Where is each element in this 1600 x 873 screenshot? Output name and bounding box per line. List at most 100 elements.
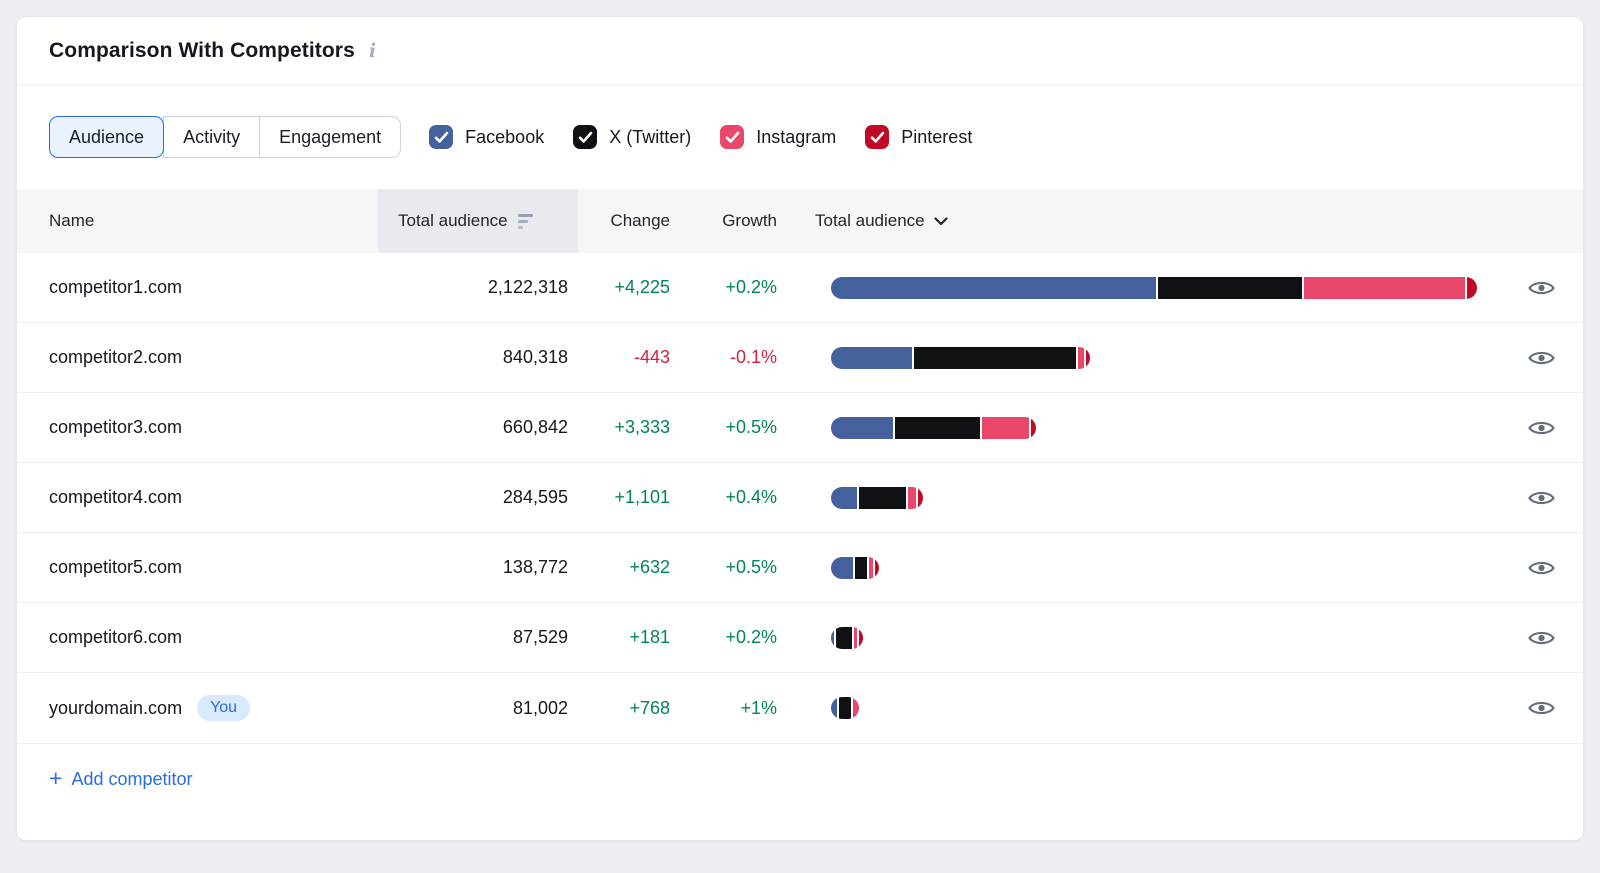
table-row: competitor2.com 840,318 -443 -0.1%: [17, 323, 1583, 393]
change-value: +3,333: [578, 393, 670, 462]
bar-segment-facebook: [831, 347, 912, 369]
growth-value: +1%: [670, 673, 777, 743]
visibility-toggle-button[interactable]: [1523, 554, 1560, 582]
table-footer: + Add competitor: [17, 743, 1583, 840]
network-filters: Facebook X (Twitter) Instagram Pinterest: [429, 125, 972, 149]
growth-value: +0.4%: [670, 463, 777, 532]
bar-segment-x-twitter-: [1158, 277, 1302, 299]
visibility-toggle-button[interactable]: [1523, 624, 1560, 652]
bar-segment-pinterest: [875, 557, 879, 579]
competitor-name: competitor2.com: [49, 347, 182, 368]
competitor-name: competitor4.com: [49, 487, 182, 508]
chevron-down-icon: [934, 217, 948, 226]
visibility-toggle-button[interactable]: [1523, 694, 1560, 722]
eye-icon: [1527, 488, 1556, 508]
comparison-panel: Comparison With Competitors i Audience A…: [16, 16, 1584, 841]
audience-stacked-bar: [831, 697, 859, 719]
bar-segment-instagram: [869, 557, 873, 579]
checkbox-checked-icon[interactable]: [573, 125, 597, 149]
total-audience-value: 660,842: [378, 393, 578, 462]
visibility-toggle-button[interactable]: [1523, 414, 1560, 442]
table-row: competitor6.com 87,529 +181 +0.2%: [17, 603, 1583, 673]
column-header-visibility: [1499, 189, 1583, 253]
bar-segment-pinterest: [1086, 347, 1090, 369]
column-header-total-audience[interactable]: Total audience: [378, 189, 578, 253]
table-body: competitor1.com 2,122,318 +4,225 +0.2% c…: [17, 253, 1583, 743]
bar-segment-x-twitter-: [895, 417, 980, 439]
eye-icon: [1527, 558, 1556, 578]
bar-segment-instagram: [1078, 347, 1084, 369]
total-audience-value: 2,122,318: [378, 253, 578, 322]
network-filter-instagram[interactable]: Instagram: [720, 125, 836, 149]
bar-segment-x-twitter-: [839, 697, 851, 719]
bar-segment-facebook: [831, 697, 837, 719]
bar-segment-facebook: [831, 627, 834, 649]
bar-segment-instagram: [908, 487, 916, 509]
total-audience-value: 81,002: [378, 673, 578, 743]
bar-segment-x-twitter-: [914, 347, 1076, 369]
tab-label: Audience: [69, 127, 144, 148]
tab-activity[interactable]: Activity: [163, 116, 260, 158]
table-row: yourdomain.com You 81,002 +768 +1%: [17, 673, 1583, 743]
checkbox-checked-icon[interactable]: [865, 125, 889, 149]
tab-label: Engagement: [279, 127, 381, 148]
change-value: +1,101: [578, 463, 670, 532]
eye-icon: [1527, 348, 1556, 368]
table-row: competitor1.com 2,122,318 +4,225 +0.2%: [17, 253, 1583, 323]
network-filter-pinterest[interactable]: Pinterest: [865, 125, 972, 149]
you-badge: You: [197, 695, 250, 721]
eye-icon: [1527, 698, 1556, 718]
panel-header: Comparison With Competitors i: [17, 17, 1583, 85]
audience-stacked-bar: [831, 347, 1090, 369]
bar-segment-pinterest: [1467, 277, 1477, 299]
network-filter-x-twitter-[interactable]: X (Twitter): [573, 125, 691, 149]
bar-segment-pinterest: [1031, 417, 1036, 439]
checkbox-checked-icon[interactable]: [720, 125, 744, 149]
metric-tabs: Audience Activity Engagement: [49, 116, 401, 158]
competitor-name: competitor5.com: [49, 557, 182, 578]
column-header-name[interactable]: Name: [17, 189, 378, 253]
bar-segment-x-twitter-: [859, 487, 906, 509]
sort-descending-icon: [518, 214, 533, 229]
visibility-toggle-button[interactable]: [1523, 484, 1560, 512]
column-header-bar-metric[interactable]: Total audience: [777, 189, 1499, 253]
growth-value: +0.5%: [670, 533, 777, 602]
add-competitor-button[interactable]: + Add competitor: [49, 769, 193, 790]
tab-audience[interactable]: Audience: [49, 116, 164, 158]
panel-title: Comparison With Competitors: [49, 39, 355, 63]
change-value: +632: [578, 533, 670, 602]
change-value: +181: [578, 603, 670, 672]
network-label: Instagram: [756, 127, 836, 148]
visibility-toggle-button[interactable]: [1523, 274, 1560, 302]
eye-icon: [1527, 278, 1556, 298]
bar-segment-facebook: [831, 277, 1156, 299]
bar-segment-instagram: [853, 697, 859, 719]
network-filter-facebook[interactable]: Facebook: [429, 125, 544, 149]
checkbox-checked-icon[interactable]: [429, 125, 453, 149]
add-competitor-label: Add competitor: [71, 769, 192, 790]
eye-icon: [1527, 418, 1556, 438]
tab-label: Activity: [183, 127, 240, 148]
plus-icon: +: [49, 767, 62, 790]
competitor-name: competitor6.com: [49, 627, 182, 648]
audience-stacked-bar: [831, 627, 863, 649]
info-icon[interactable]: i: [369, 40, 376, 61]
audience-stacked-bar: [831, 417, 1036, 439]
growth-value: +0.2%: [670, 603, 777, 672]
visibility-toggle-button[interactable]: [1523, 344, 1560, 372]
competitor-name: yourdomain.com: [49, 698, 182, 719]
eye-icon: [1527, 628, 1556, 648]
audience-stacked-bar: [831, 487, 923, 509]
bar-segment-facebook: [831, 487, 857, 509]
bar-segment-pinterest: [859, 627, 863, 649]
total-audience-value: 87,529: [378, 603, 578, 672]
column-header-growth[interactable]: Growth: [670, 189, 777, 253]
tab-engagement[interactable]: Engagement: [259, 116, 401, 158]
competitor-name: competitor3.com: [49, 417, 182, 438]
bar-segment-instagram: [982, 417, 1029, 439]
total-audience-value: 840,318: [378, 323, 578, 392]
column-header-change[interactable]: Change: [578, 189, 670, 253]
competitor-name: competitor1.com: [49, 277, 182, 298]
controls-row: Audience Activity Engagement Facebook X …: [17, 85, 1583, 189]
table-row: competitor4.com 284,595 +1,101 +0.4%: [17, 463, 1583, 533]
